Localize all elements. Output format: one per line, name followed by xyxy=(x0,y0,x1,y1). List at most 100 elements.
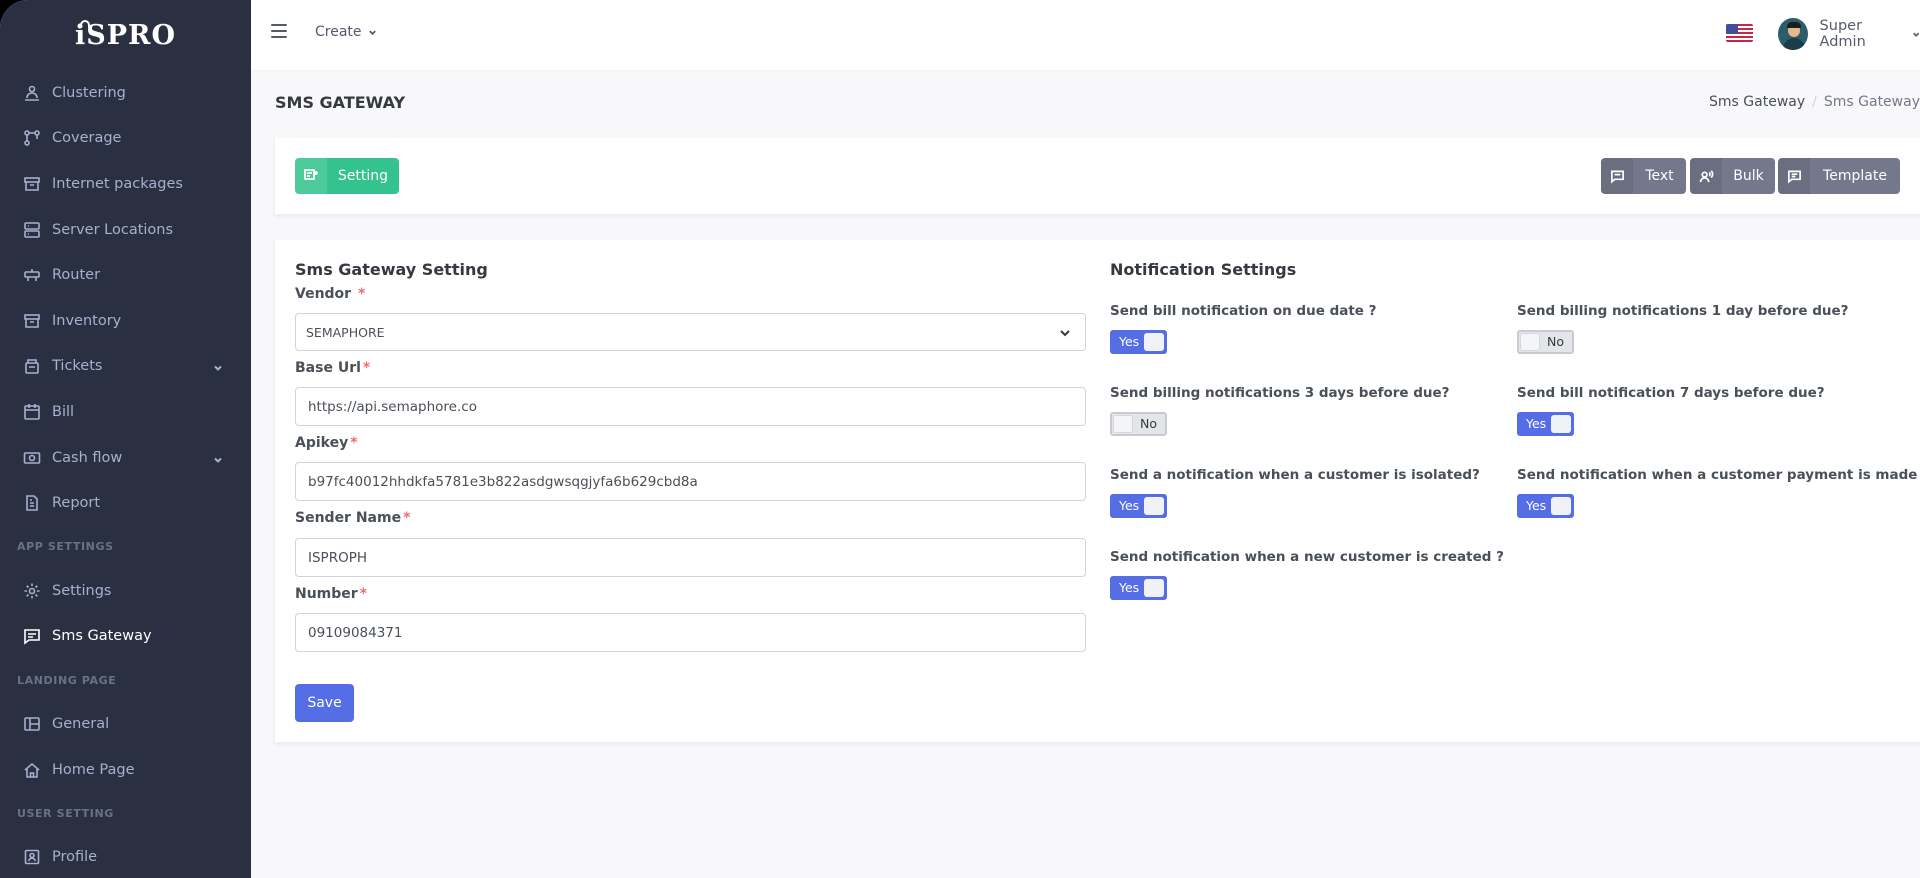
home-icon xyxy=(23,761,41,779)
server-icon xyxy=(23,221,41,239)
sidebar-item-label: Report xyxy=(52,495,101,512)
sidebar-item-profile[interactable]: Profile xyxy=(0,834,251,878)
sidebar-item-label: General xyxy=(52,715,110,732)
app-logo[interactable]: iSPRO xyxy=(0,0,251,70)
sidebar-item-label: Clustering xyxy=(52,84,126,101)
sidebar-item-server-locations[interactable]: Server Locations xyxy=(0,207,251,253)
notif-label-7-days: Send bill notification 7 days before due… xyxy=(1517,385,1825,401)
sidebar-item-settings[interactable]: Settings xyxy=(0,568,251,614)
message-template-icon xyxy=(1778,158,1810,194)
chevron-down-icon xyxy=(213,453,223,463)
bill-icon xyxy=(23,403,41,421)
coverage-icon xyxy=(23,129,41,147)
message-icon xyxy=(1601,158,1633,194)
text-button-label: Text xyxy=(1645,168,1674,184)
user-menu[interactable]: Super Admin xyxy=(1778,18,1920,50)
sidebar-item-label: Internet packages xyxy=(52,175,183,192)
notif-label-1-day: Send billing notifications 1 day before … xyxy=(1517,303,1849,319)
base-url-label: Base Url * xyxy=(295,360,371,376)
notif-label-payment: Send notification when a customer paymen… xyxy=(1517,467,1920,483)
sidebar-item-cash-flow[interactable]: Cash flow xyxy=(0,435,251,481)
sidebar-item-label: Profile xyxy=(52,849,98,866)
sidebar-item-coverage[interactable]: Coverage xyxy=(0,116,251,162)
logo-text: iSPRO xyxy=(74,19,177,51)
toggle-3-days[interactable]: No xyxy=(1110,412,1167,436)
toggle-new-customer[interactable]: Yes xyxy=(1110,576,1167,600)
sidebar-item-clustering[interactable]: Clustering xyxy=(0,70,251,116)
base-url-input[interactable]: https://api.semaphore.co xyxy=(295,387,1086,426)
notif-label-due-date: Send bill notification on due date ? xyxy=(1110,303,1377,319)
notif-label-3-days: Send billing notifications 3 days before… xyxy=(1110,385,1450,401)
sidebar-item-tickets[interactable]: Tickets xyxy=(0,344,251,390)
sidebar-item-label: Tickets xyxy=(52,358,103,375)
notif-label-new-customer: Send notification when a new customer is… xyxy=(1110,549,1504,565)
cluster-icon xyxy=(23,84,41,102)
sidebar-item-label: Router xyxy=(52,267,101,284)
sidebar-item-report[interactable]: Report xyxy=(0,480,251,526)
toggle-payment[interactable]: Yes xyxy=(1517,494,1574,518)
vendor-select[interactable]: SEMAPHORE xyxy=(295,313,1086,351)
apikey-input[interactable]: b97fc40012hhdkfa5781e3b822asdgwsqgjyfa6b… xyxy=(295,462,1086,501)
template-button[interactable]: Template xyxy=(1778,158,1900,194)
sidebar-item-internet-packages[interactable]: Internet packages xyxy=(0,161,251,207)
us-flag-icon[interactable] xyxy=(1726,24,1753,42)
package-icon xyxy=(23,175,41,193)
hamburger-menu-icon[interactable] xyxy=(271,24,287,38)
message-icon xyxy=(23,627,41,645)
breadcrumb-link[interactable]: Sms Gateway xyxy=(1709,94,1805,110)
page-title: SMS GATEWAY xyxy=(275,93,406,112)
sender-name-input[interactable]: ISPROPH xyxy=(295,538,1086,577)
inventory-icon xyxy=(23,312,41,330)
toggle-7-days[interactable]: Yes xyxy=(1517,412,1574,436)
profile-icon xyxy=(23,848,41,866)
users-voice-icon xyxy=(1690,158,1722,194)
breadcrumb-separator: / xyxy=(1812,94,1817,110)
chevron-down-icon xyxy=(213,361,223,372)
bulk-button-label: Bulk xyxy=(1733,168,1764,184)
menu-title-landing-page: LANDING PAGE xyxy=(17,673,117,687)
text-button[interactable]: Text xyxy=(1601,158,1686,194)
toggle-isolated[interactable]: Yes xyxy=(1110,494,1167,518)
sidebar-item-bill[interactable]: Bill xyxy=(0,389,251,435)
number-label: Number * xyxy=(295,586,368,602)
router-icon xyxy=(23,266,41,284)
cash-icon xyxy=(23,449,41,467)
number-input[interactable]: 09109084371 xyxy=(295,613,1086,652)
sidebar-item-sms-gateway[interactable]: Sms Gateway xyxy=(0,614,251,660)
topbar: Create Super Admin xyxy=(251,0,1920,70)
toggle-due-date[interactable]: Yes xyxy=(1110,330,1167,354)
setting-button[interactable]: Setting xyxy=(295,158,399,194)
sidebar-item-label: Coverage xyxy=(52,130,122,147)
layout-icon xyxy=(23,715,41,733)
bulk-button[interactable]: Bulk xyxy=(1690,158,1775,194)
vendor-label: Vendor * xyxy=(295,286,366,302)
sidebar-item-label: Home Page xyxy=(52,761,135,778)
sender-name-label: Sender Name * xyxy=(295,510,411,526)
save-button[interactable]: Save xyxy=(295,684,354,722)
ticket-icon xyxy=(23,357,41,375)
menu-title-app-settings: APP SETTINGS xyxy=(17,540,114,554)
toggle-1-day[interactable]: No xyxy=(1517,330,1574,354)
breadcrumb: Sms Gateway / Sms Gateway xyxy=(1709,94,1920,110)
sidebar-item-router[interactable]: Router xyxy=(0,252,251,298)
avatar xyxy=(1778,18,1808,50)
sidebar-item-label: Settings xyxy=(52,582,112,599)
sidebar-item-general[interactable]: General xyxy=(0,701,251,747)
sidebar-item-label: Inventory xyxy=(52,312,122,329)
sidebar-nav: Clustering Coverage Internet packages Se… xyxy=(0,70,251,878)
sidebar-item-label: Sms Gateway xyxy=(52,628,152,645)
sidebar-item-home-page[interactable]: Home Page xyxy=(0,747,251,793)
chevron-down-icon xyxy=(368,30,376,35)
app-frame: iSPRO Clustering Coverage Internet packa… xyxy=(0,0,1920,878)
chevron-down-icon xyxy=(1912,32,1919,37)
user-name: Super Admin xyxy=(1819,18,1866,50)
sidebar-item-inventory[interactable]: Inventory xyxy=(0,298,251,344)
setting-button-label: Setting xyxy=(337,168,389,184)
create-label: Create xyxy=(315,24,362,40)
menu-title-user-setting: USER SETTING xyxy=(17,806,114,820)
template-button-label: Template xyxy=(1823,168,1887,184)
notif-label-isolated: Send a notification when a customer is i… xyxy=(1110,467,1480,483)
wifi-logo-icon xyxy=(80,20,90,28)
create-dropdown[interactable]: Create xyxy=(315,24,377,40)
report-icon xyxy=(23,494,41,512)
